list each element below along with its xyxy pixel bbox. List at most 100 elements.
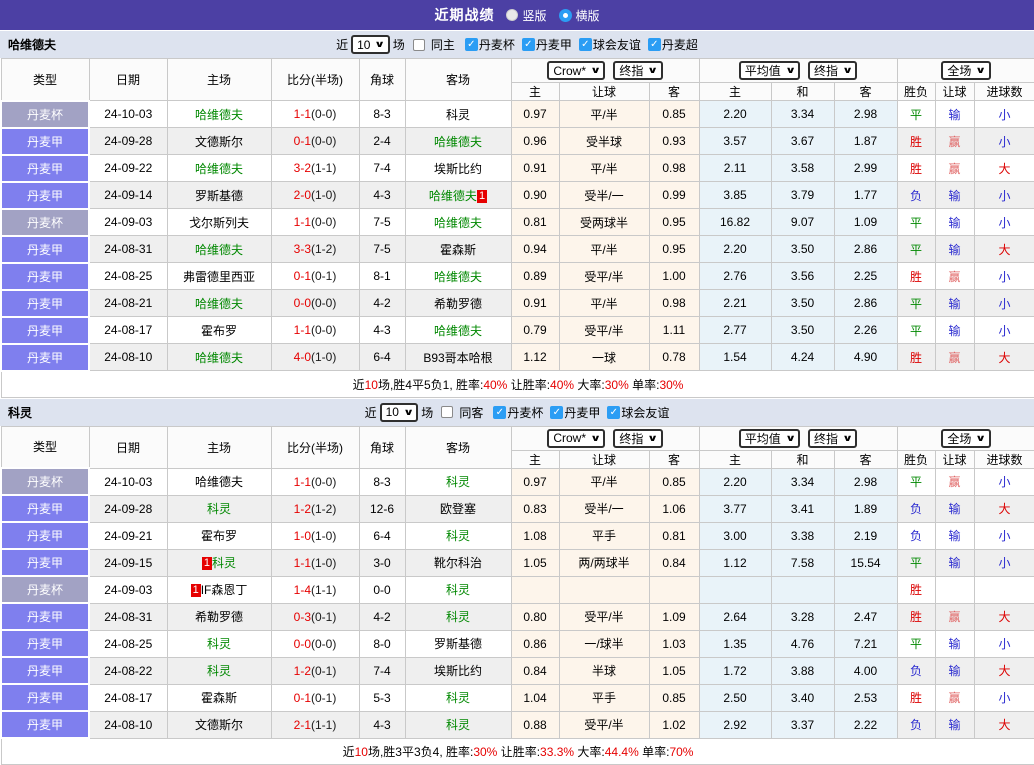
league-checkbox[interactable]: ✓: [465, 38, 478, 51]
goals-result-cell: [974, 576, 1034, 603]
half-score: (0-0): [311, 107, 336, 121]
avg-draw-cell: [771, 576, 834, 603]
handicap-result-cell: 赢: [935, 263, 974, 290]
summary-stat-value: 30%: [659, 378, 683, 392]
half-score: (0-0): [311, 637, 336, 651]
avg-value-select[interactable]: 平均值∨: [739, 61, 800, 80]
league-checkbox[interactable]: ✓: [607, 406, 620, 419]
home-team-cell: 罗斯基德: [167, 182, 271, 209]
handicap-result-cell: 输: [935, 290, 974, 317]
avg-value-select[interactable]: 平均值∨: [739, 429, 800, 448]
home-team-name: 哈维德夫: [8, 36, 56, 53]
score-cell: 3-2(1-1): [271, 155, 359, 182]
summary-text: 近10场,胜3平3负4, 胜率:30% 让胜率:33.3% 大率:44.4% 单…: [1, 738, 1034, 765]
league-cell: 丹麦甲: [1, 128, 89, 155]
odds-home-cell: [511, 576, 559, 603]
odds-handicap-cell: 半球: [559, 657, 649, 684]
league-checkbox[interactable]: ✓: [550, 406, 563, 419]
match-row: 丹麦甲24-08-31哈维德夫3-3(1-2)7-5霍森斯0.94平/半0.95…: [1, 236, 1034, 263]
goals-result-cell: 小: [974, 209, 1034, 236]
league-cell: 丹麦甲: [1, 549, 89, 576]
score-cell: 3-3(1-2): [271, 236, 359, 263]
avg-draw-cell: 7.58: [771, 549, 834, 576]
league-cell: 丹麦杯: [1, 468, 89, 495]
avg-group-header: 平均值∨ 终指∨: [699, 59, 897, 83]
odds-company-select[interactable]: Crow*∨: [547, 429, 605, 448]
goals-result-cell: 小: [974, 182, 1034, 209]
odds-away-cell: 0.99: [649, 182, 699, 209]
odds-away-cell: 1.09: [649, 603, 699, 630]
match-count-select[interactable]: 10∨: [380, 403, 419, 422]
date-cell: 24-10-03: [89, 101, 167, 128]
odds-away-cell: 0.85: [649, 101, 699, 128]
avg-away-cell: [834, 576, 897, 603]
avg-draw-cell: 3.38: [771, 522, 834, 549]
handicap-result-cell: 赢: [935, 684, 974, 711]
away-team-cell: 靴尔科治: [405, 549, 511, 576]
avg-home-cell: 1.12: [699, 549, 771, 576]
goals-result-cell: 大: [974, 603, 1034, 630]
home-team-cell: 希勒罗德: [167, 603, 271, 630]
odds-group-header: Crow*∨ 终指∨: [511, 426, 699, 450]
away-team-cell: 哈维德夫: [405, 263, 511, 290]
odds-final-select[interactable]: 终指∨: [613, 61, 662, 80]
col-date: 日期: [89, 59, 167, 101]
odds-handicap-cell: 平/半: [559, 155, 649, 182]
goals-result-cell: 大: [974, 155, 1034, 182]
winlose-cell: 平: [897, 468, 935, 495]
away-team-cell: 科灵: [405, 576, 511, 603]
winlose-cell: 胜: [897, 128, 935, 155]
avg-final-select[interactable]: 终指∨: [808, 61, 857, 80]
match-row: 丹麦甲24-09-151科灵1-1(1-0)3-0靴尔科治1.05两/两球半0.…: [1, 549, 1034, 576]
match-row: 丹麦甲24-08-17霍布罗1-1(0-0)4-3哈维德夫0.79受平/半1.1…: [1, 317, 1034, 344]
avg-home-cell: 2.20: [699, 236, 771, 263]
date-cell: 24-09-28: [89, 495, 167, 522]
select-value: 平均值: [745, 430, 781, 447]
goals-result-cell: 大: [974, 657, 1034, 684]
team-name-text: 科灵: [446, 718, 470, 732]
league-checkbox[interactable]: ✓: [579, 38, 592, 51]
handicap-result-cell: 赢: [935, 468, 974, 495]
half-score: (0-1): [311, 691, 336, 705]
league-checkbox-label: 丹麦甲: [564, 404, 600, 421]
avg-away-cell: 2.98: [834, 101, 897, 128]
match-count-select[interactable]: 10∨: [351, 35, 390, 54]
summary-stat-label: 场,胜4平5负1, 胜率:: [378, 378, 483, 392]
scope-select[interactable]: 全场∨: [941, 429, 990, 448]
avg-draw-cell: 9.07: [771, 209, 834, 236]
league-checkbox[interactable]: ✓: [648, 38, 661, 51]
full-score: 0-1: [294, 269, 311, 283]
league-checkbox[interactable]: ✓: [493, 406, 506, 419]
half-score: (1-1): [311, 718, 336, 732]
league-cell: 丹麦杯: [1, 101, 89, 128]
goals-result-cell: 大: [974, 344, 1034, 371]
full-score: 0-1: [294, 134, 311, 148]
team-name-text: 哈维德夫: [195, 108, 243, 122]
same-venue-checkbox[interactable]: [413, 39, 425, 51]
odds-handicap-cell: 平/半: [559, 468, 649, 495]
layout-radio-horizontal[interactable]: 横版: [559, 7, 600, 24]
layout-radio-vertical[interactable]: 竖版: [506, 7, 546, 24]
odds-company-select[interactable]: Crow*∨: [547, 61, 605, 80]
sub-odds-home: 主: [511, 83, 559, 101]
radio-checked-icon[interactable]: [559, 9, 572, 22]
handicap-result-cell: 输: [935, 209, 974, 236]
score-cell: 1-4(1-1): [271, 576, 359, 603]
league-checkbox[interactable]: ✓: [522, 38, 535, 51]
same-venue-checkbox[interactable]: [441, 406, 453, 418]
odds-away-cell: 0.85: [649, 684, 699, 711]
full-score: 1-1: [294, 215, 311, 229]
summary-row: 近10场,胜4平5负1, 胜率:40% 让胜率:40% 大率:30% 单率:30…: [1, 371, 1034, 398]
radio-unchecked-icon[interactable]: [506, 9, 518, 21]
avg-final-select[interactable]: 终指∨: [808, 429, 857, 448]
corner-cell: 8-3: [359, 468, 405, 495]
scope-select[interactable]: 全场∨: [941, 61, 990, 80]
select-value: 全场: [947, 430, 971, 447]
odds-final-select[interactable]: 终指∨: [613, 429, 662, 448]
avg-away-cell: 2.53: [834, 684, 897, 711]
avg-away-cell: 4.90: [834, 344, 897, 371]
date-cell: 24-08-21: [89, 290, 167, 317]
home-team-cell: 哈维德夫: [167, 155, 271, 182]
avg-away-cell: 2.86: [834, 290, 897, 317]
full-score: 1-1: [294, 556, 311, 570]
